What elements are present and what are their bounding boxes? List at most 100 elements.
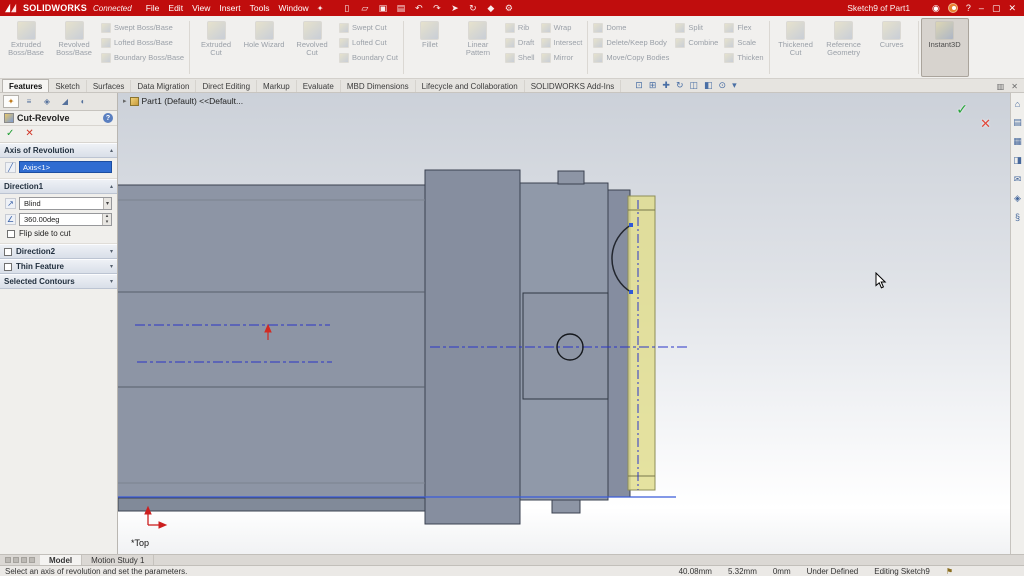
splitter-handle[interactable] — [29, 557, 35, 563]
menu-item[interactable]: Window — [278, 3, 308, 13]
splitter-handle[interactable] — [13, 557, 19, 563]
ribbon-button[interactable]: Swept Boss/Base — [98, 21, 187, 34]
user-avatar[interactable] — [948, 3, 958, 13]
forum-icon[interactable]: § — [1015, 212, 1020, 222]
ribbon-button[interactable]: Swept Cut — [336, 21, 401, 34]
menu-item[interactable]: Edit — [168, 3, 183, 13]
direction2-section-header[interactable]: Direction2 ▾ — [0, 244, 117, 259]
pan-icon[interactable]: ✚ — [662, 80, 670, 91]
thin-feature-checkbox[interactable] — [4, 263, 12, 271]
model-view[interactable] — [118, 93, 1010, 554]
instant3d-button[interactable]: Instant3D — [921, 18, 969, 77]
ribbon-button[interactable]: Delete/Keep Body — [590, 36, 672, 49]
ribbon-button[interactable]: Flex — [721, 21, 766, 34]
solidworks-resources-icon[interactable]: ⌂ — [1015, 99, 1020, 109]
appearance-icon[interactable]: ◆ — [485, 3, 496, 14]
menu-item[interactable]: Insert — [219, 3, 240, 13]
ribbon-button[interactable]: Extruded Boss/Base — [2, 18, 50, 77]
help-icon[interactable]: ? — [966, 3, 971, 13]
property-manager-tab[interactable]: ✦ — [3, 95, 19, 108]
selected-contours-section-header[interactable]: Selected Contours ▾ — [0, 274, 117, 289]
tag-icon[interactable]: ⚑ — [946, 567, 953, 576]
zoom-to-fit-icon[interactable]: ⊡ — [635, 80, 643, 91]
new-file-icon[interactable]: ▯ — [341, 3, 352, 14]
menu-item[interactable]: Tools — [250, 3, 270, 13]
ribbon-button[interactable]: Lofted Boss/Base — [98, 36, 187, 49]
pin-menu-icon[interactable]: ✦ — [317, 4, 324, 13]
flip-side-checkbox[interactable] — [7, 230, 15, 238]
maximize-button[interactable]: ▢ — [992, 3, 1001, 14]
feature-manager-tab[interactable]: ≡ — [21, 95, 37, 108]
help-icon[interactable]: ? — [103, 113, 113, 123]
ribbon-button[interactable]: Dome — [590, 21, 672, 34]
ribbon-button[interactable]: Intersect — [538, 36, 586, 49]
angle-input[interactable]: 360.00deg ▴ ▾ — [19, 213, 112, 226]
ribbon-button[interactable]: Fillet — [406, 18, 454, 77]
flyout-arrow-icon[interactable]: ▸ — [123, 97, 127, 105]
ribbon-button[interactable]: Thickened Cut — [772, 18, 820, 77]
splitter-handle[interactable] — [21, 557, 27, 563]
menu-item[interactable]: View — [192, 3, 210, 13]
ribbon-button[interactable]: Curves — [868, 18, 916, 77]
display-manager-tab[interactable]: ◐ — [75, 95, 91, 108]
redo-icon[interactable]: ↷ — [431, 3, 442, 14]
section-view-icon[interactable]: ◫ — [689, 80, 698, 91]
print-icon[interactable]: ▤ — [395, 3, 406, 14]
design-library-icon[interactable]: ▤ — [1013, 117, 1022, 128]
confirmation-corner-ok[interactable]: ✓ — [956, 101, 968, 118]
open-icon[interactable]: ▱ — [359, 3, 370, 14]
dimxpert-manager-tab[interactable]: ◢ — [57, 95, 73, 108]
ribbon-button[interactable]: Move/Copy Bodies — [590, 51, 672, 64]
menu-item[interactable]: File — [146, 3, 160, 13]
custom-properties-icon[interactable]: ◈ — [1014, 193, 1021, 204]
ribbon-button[interactable]: Thicken — [721, 51, 766, 64]
ribbon-button[interactable]: Hole Wizard — [240, 18, 288, 77]
confirmation-corner-cancel[interactable]: ✕ — [980, 116, 991, 132]
hide-show-items-icon[interactable]: ⊙ — [719, 80, 727, 91]
close-pane-icon[interactable]: ✕ — [1011, 82, 1018, 91]
file-explorer-icon[interactable]: ▦ — [1013, 136, 1022, 147]
appearances-icon[interactable]: ✉ — [1014, 174, 1022, 185]
cancel-button[interactable]: ✕ — [25, 128, 33, 139]
ribbon-button[interactable]: Extruded Cut — [192, 18, 240, 77]
ribbon-tab[interactable]: Data Migration — [131, 80, 196, 92]
configuration-manager-tab[interactable]: ◈ — [39, 95, 55, 108]
ribbon-button[interactable]: Scale — [721, 36, 766, 49]
axis-of-revolution-section-header[interactable]: Axis of Revolution ▴ — [0, 143, 117, 158]
splitter-handle[interactable] — [5, 557, 11, 563]
ribbon-button[interactable]: Revolved Cut — [288, 18, 336, 77]
minimize-button[interactable]: – — [979, 3, 984, 13]
graphics-viewport[interactable]: ▸ Part1 (Default) <<Default... ✓ ✕ *Top — [118, 93, 1010, 554]
display-style-icon[interactable]: ◧ — [704, 80, 713, 91]
notification-icon[interactable]: ◉ — [932, 3, 940, 14]
rotate-view-icon[interactable]: ↻ — [676, 80, 684, 91]
ribbon-tab[interactable]: MBD Dimensions — [341, 80, 416, 92]
ribbon-tab[interactable]: SOLIDWORKS Add-Ins — [525, 80, 622, 92]
rebuild-icon[interactable]: ↻ — [467, 3, 478, 14]
view-palette-icon[interactable]: ◨ — [1013, 155, 1022, 166]
close-button[interactable]: ✕ — [1008, 3, 1016, 14]
view-settings-icon[interactable]: ▾ — [732, 80, 737, 91]
zoom-area-icon[interactable]: ⊞ — [649, 80, 657, 91]
ribbon-button[interactable]: Shell — [502, 51, 538, 64]
ribbon-button[interactable]: Split — [672, 21, 721, 34]
ribbon-tab[interactable]: Surfaces — [87, 80, 132, 92]
document-tab[interactable]: Motion Study 1 — [82, 555, 154, 565]
ok-button[interactable]: ✓ — [6, 128, 14, 139]
ribbon-button[interactable]: Boundary Boss/Base — [98, 51, 187, 64]
direction2-checkbox[interactable] — [4, 248, 12, 256]
spinner-buttons[interactable]: ▴ ▾ — [102, 214, 111, 225]
ribbon-button[interactable]: Boundary Cut — [336, 51, 401, 64]
axis-selection-field[interactable]: Axis<1> — [19, 161, 112, 173]
spin-down-icon[interactable]: ▾ — [103, 220, 111, 226]
ribbon-tab[interactable]: Direct Editing — [196, 80, 257, 92]
ribbon-button[interactable]: Linear Pattern — [454, 18, 502, 77]
collapse-pane-icon[interactable]: ▥ — [997, 82, 1005, 91]
ribbon-tab[interactable]: Sketch — [49, 80, 86, 92]
breadcrumb[interactable]: ▸ Part1 (Default) <<Default... — [123, 96, 243, 106]
save-icon[interactable]: ▣ — [377, 3, 388, 14]
direction1-section-header[interactable]: Direction1 ▴ — [0, 179, 117, 194]
ribbon-button[interactable]: Mirror — [538, 51, 586, 64]
ribbon-tab[interactable]: Features — [2, 79, 49, 92]
ribbon-tab[interactable]: Markup — [257, 80, 297, 92]
